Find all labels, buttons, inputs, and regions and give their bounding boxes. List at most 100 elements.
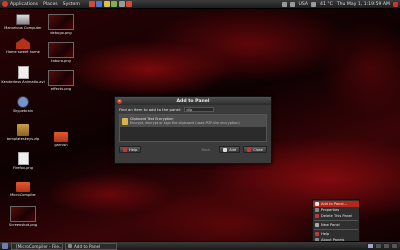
menu-item-delete-panel[interactable]: Delete This Panel	[313, 213, 359, 219]
launcher-icon[interactable]	[111, 1, 118, 7]
dialog-buttons: Help Back Add Close	[115, 142, 271, 153]
menu-item-label: New Panel	[321, 223, 340, 227]
main-menu: Applications Places System	[0, 1, 85, 7]
screenshot-thumbnail	[48, 42, 74, 58]
desktop-icon-label: Screenshot.png	[8, 223, 38, 227]
power-icon[interactable]	[393, 1, 398, 7]
menu-item-label: Help	[321, 232, 330, 236]
close-icon[interactable]: ×	[117, 98, 122, 104]
list-item[interactable]: Clipboard Text Encryption Encrypt, decry…	[120, 115, 266, 127]
workspace-4[interactable]	[391, 243, 398, 249]
taskbar-item-label: Add to Panel	[74, 243, 101, 249]
launcher-icon[interactable]	[96, 1, 103, 7]
taskbar-item-label: [MicroCompiler - File...	[16, 243, 63, 249]
list-item-text: Clipboard Text Encryption Encrypt, decry…	[130, 117, 240, 125]
plus-icon	[315, 202, 319, 206]
desktop-icon-label: MicroCompiler	[10, 193, 36, 197]
launcher-icon[interactable]	[126, 1, 133, 7]
screenshot-thumbnail	[48, 70, 74, 86]
desktop-icon-screenshot[interactable]: Screenshot.png	[0, 206, 46, 227]
help-button[interactable]: Help	[119, 146, 142, 153]
archive-icon	[17, 124, 29, 136]
folder-icon	[16, 182, 30, 192]
taskbar-item[interactable]: Add to Panel	[65, 242, 117, 250]
find-input[interactable]: clip	[184, 107, 215, 112]
menu-separator	[314, 220, 358, 221]
back-button[interactable]: Back	[199, 146, 214, 153]
desktop-icon-firefox[interactable]: Firefox.png	[0, 152, 46, 170]
delete-icon	[315, 214, 319, 218]
properties-icon	[315, 208, 319, 212]
launcher-icon[interactable]	[88, 1, 95, 7]
desktop-icon-label: Marvelous Computer	[4, 26, 42, 30]
back-button-label: Back	[201, 147, 211, 152]
weather-icon[interactable]	[311, 1, 317, 7]
workspace-switcher	[366, 243, 398, 249]
add-button-label: Add	[229, 147, 237, 152]
desktop-icon-label: garnish	[54, 143, 68, 147]
screenshot-thumbnail	[10, 206, 36, 222]
taskbar-item[interactable]: [MicroCompiler - File...	[11, 242, 63, 250]
volume-icon[interactable]	[289, 1, 295, 7]
add-to-panel-dialog: × Add to Panel Find an item to add to th…	[114, 96, 272, 164]
desktop-icon-microcompiler[interactable]: MicroCompiler	[0, 182, 46, 197]
item-list: Clipboard Text Encryption Encrypt, decry…	[119, 114, 267, 142]
desktop-icon-label: taburo.png	[51, 59, 71, 63]
workspace-3[interactable]	[383, 243, 390, 249]
menu-system[interactable]: System	[63, 2, 80, 7]
close-icon	[247, 147, 252, 152]
add-button[interactable]: Add	[219, 146, 241, 153]
desktop-icon-label: Firefox.png	[13, 166, 33, 170]
launcher-icon[interactable]	[103, 1, 110, 7]
desktop-icon-skype[interactable]: Skypebrain	[0, 96, 46, 113]
dialog-title: Add to Panel	[176, 98, 210, 104]
help-icon	[315, 232, 319, 236]
close-button[interactable]: Close	[243, 146, 267, 153]
computer-icon	[16, 14, 30, 25]
workspace-2[interactable]	[375, 243, 382, 249]
folder-icon	[54, 132, 68, 142]
desktop-icon-label: Home sweet home	[6, 50, 40, 54]
dialog-titlebar[interactable]: × Add to Panel	[115, 97, 271, 105]
network-icon[interactable]	[281, 1, 287, 7]
menu-item-new-panel[interactable]: New Panel	[313, 222, 359, 228]
system-tray: USA 41 °C Thu May 1, 1:19:59 AM	[279, 1, 400, 7]
panel-icon	[68, 244, 72, 248]
plus-icon	[223, 147, 228, 152]
help-icon	[123, 147, 127, 152]
desktop-icon-label: Skypebrain	[12, 109, 34, 113]
launcher-bar	[88, 1, 134, 7]
close-button-label: Close	[253, 147, 263, 152]
desktop-icon-taburo[interactable]: taburo.png	[38, 42, 84, 63]
desktop-icon-garnish[interactable]: garnish	[46, 132, 76, 147]
screenshot-thumbnail	[48, 14, 74, 30]
bottom-panel: [MicroCompiler - File... Add to Panel	[0, 241, 400, 250]
new-panel-icon	[315, 223, 319, 227]
top-panel: Applications Places System USA 41 °C Thu…	[0, 0, 400, 9]
list-item-description: Encrypt, decrypt or sign the clipboard (…	[130, 121, 240, 125]
desktop-icon-debugo[interactable]: debugo.png	[38, 14, 84, 35]
find-row: Find an item to add to the panel: clip	[115, 105, 271, 114]
temperature-readout[interactable]: 41 °C	[320, 2, 333, 7]
desktop-icon-label: debugo.png	[50, 31, 72, 35]
show-desktop-icon[interactable]	[2, 243, 8, 249]
ubuntu-logo-icon[interactable]	[2, 1, 8, 7]
desktop-icon-label: templateskeys.zip	[6, 137, 40, 141]
menu-item-label: Properties	[321, 208, 340, 212]
desktop-icon-label: effects.png	[50, 87, 72, 91]
menu-item-label: Add to Panel...	[321, 202, 347, 206]
keyboard-locale[interactable]: USA	[299, 2, 309, 7]
desktop-icon-effects[interactable]: effects.png	[38, 70, 84, 91]
workspace-1[interactable]	[367, 243, 374, 249]
find-label: Find an item to add to the panel:	[119, 107, 182, 112]
desktop-icon-archive[interactable]: templateskeys.zip	[0, 124, 46, 141]
home-folder-icon	[16, 38, 30, 49]
launcher-icon[interactable]	[118, 1, 125, 7]
menu-applications[interactable]: Applications	[10, 2, 38, 7]
menu-item-label: Delete This Panel	[321, 214, 353, 218]
video-file-icon	[17, 66, 29, 79]
help-button-label: Help	[129, 147, 138, 152]
encryption-icon	[122, 117, 128, 125]
clock[interactable]: Thu May 1, 1:19:59 AM	[337, 2, 390, 7]
menu-places[interactable]: Places	[43, 2, 58, 7]
